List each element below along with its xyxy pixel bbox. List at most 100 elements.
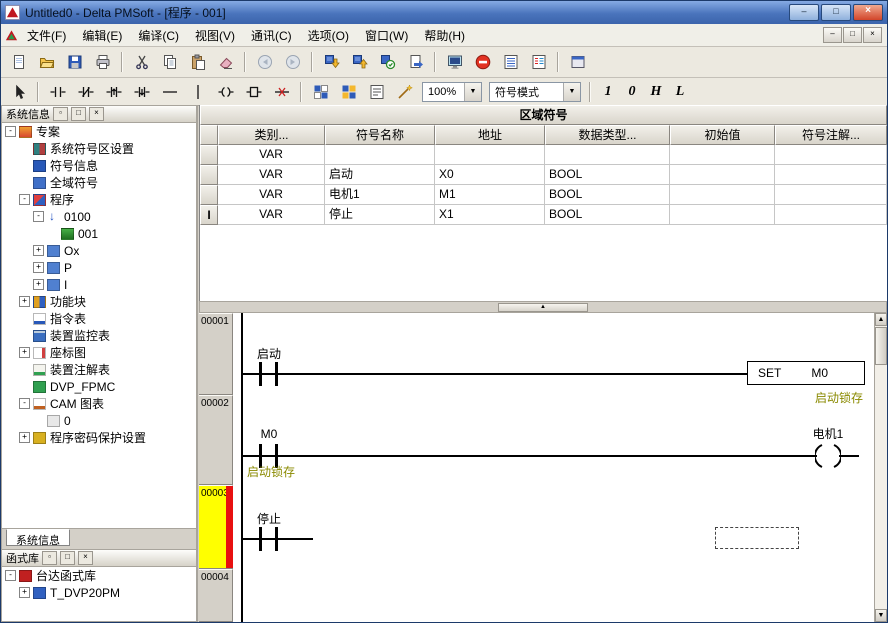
tree-item[interactable]: 0 xyxy=(2,412,196,429)
tree-item[interactable]: + T_DVP20PM xyxy=(2,584,196,601)
device-state-button[interactable]: 0 xyxy=(620,80,644,104)
cell-address[interactable]: X0 xyxy=(435,165,545,185)
panel-float-button[interactable]: ▫ xyxy=(42,551,57,565)
expander-icon[interactable]: + xyxy=(19,296,30,307)
open-file-button[interactable] xyxy=(33,49,60,75)
tree-item[interactable]: - 台达函式库 xyxy=(2,567,196,584)
chevron-down-icon[interactable]: ▼ xyxy=(464,83,481,101)
row-marker[interactable] xyxy=(200,165,218,185)
menu-window[interactable]: 窗口(W) xyxy=(357,24,416,47)
cell-comment[interactable] xyxy=(775,145,887,165)
cell-comment[interactable] xyxy=(775,205,887,225)
expander-icon[interactable]: + xyxy=(33,245,44,256)
network-2-header[interactable]: 00002 xyxy=(199,395,233,485)
column-header[interactable]: 地址 xyxy=(435,125,545,145)
expander-icon[interactable]: - xyxy=(19,194,30,205)
erase-button[interactable] xyxy=(212,49,239,75)
expander-icon[interactable]: - xyxy=(5,126,16,137)
cell-class[interactable]: VAR xyxy=(218,185,325,205)
contact-stop-bar[interactable] xyxy=(275,527,278,551)
horizontal-line-button[interactable] xyxy=(156,79,183,105)
cell-initial-value[interactable] xyxy=(670,185,775,205)
paste-button[interactable] xyxy=(184,49,211,75)
print-button[interactable] xyxy=(89,49,116,75)
copy-button[interactable] xyxy=(156,49,183,75)
tree-item[interactable]: DVP_FPMC xyxy=(2,378,196,395)
menu-view[interactable]: 视图(V) xyxy=(187,24,243,47)
mdi-close-button[interactable]: × xyxy=(863,27,882,43)
network-1-header[interactable]: 00001 xyxy=(199,313,233,395)
minimize-button[interactable]: – xyxy=(789,4,819,21)
symbol-mode-select[interactable]: 符号模式 ▼ xyxy=(489,82,581,102)
instruction-list-button[interactable] xyxy=(497,49,524,75)
cell-class[interactable]: VAR xyxy=(218,205,325,225)
edit-cursor-selection[interactable] xyxy=(715,527,799,549)
cell-initial-value[interactable] xyxy=(670,205,775,225)
cell-symbol-name[interactable]: 停止 xyxy=(325,205,435,225)
application-block-button[interactable] xyxy=(240,79,267,105)
cell-data-type[interactable]: BOOL xyxy=(545,185,670,205)
tree-item[interactable]: 系统符号区设置 xyxy=(2,140,196,157)
panel-close-button[interactable]: × xyxy=(78,551,93,565)
panel-pin-button[interactable]: □ xyxy=(71,107,86,121)
device-state-button[interactable]: 1 xyxy=(596,80,620,104)
contact-stop-bar[interactable] xyxy=(259,527,262,551)
contact-nc-button[interactable] xyxy=(72,79,99,105)
monitor-screen-button[interactable] xyxy=(441,49,468,75)
tree-item[interactable]: 符号信息 xyxy=(2,157,196,174)
window-view-button[interactable] xyxy=(564,49,591,75)
expander-icon[interactable]: - xyxy=(33,211,44,222)
tree-item[interactable]: + 功能块 xyxy=(2,293,196,310)
contact-no-button[interactable] xyxy=(44,79,71,105)
mdi-minimize-button[interactable]: – xyxy=(823,27,842,43)
vertical-scrollbar[interactable]: ▲ ▼ xyxy=(874,313,887,622)
close-button[interactable]: × xyxy=(853,4,883,21)
cut-button[interactable] xyxy=(128,49,155,75)
output-coil[interactable] xyxy=(815,443,841,469)
tree-item[interactable]: - 专案 xyxy=(2,123,196,140)
tree-item[interactable]: 全域符号 xyxy=(2,174,196,191)
menu-communication[interactable]: 通讯(C) xyxy=(243,24,300,47)
set-instruction-box[interactable]: SET M0 xyxy=(747,361,865,385)
column-header[interactable]: 符号名称 xyxy=(325,125,435,145)
tree-item[interactable]: + P xyxy=(2,259,196,276)
panel-close-button[interactable]: × xyxy=(89,107,104,121)
back-button[interactable] xyxy=(251,49,278,75)
device-table-button[interactable] xyxy=(525,49,552,75)
menu-options[interactable]: 选项(O) xyxy=(300,24,357,47)
splitter-collapse-button[interactable]: ▲ xyxy=(498,303,588,312)
tree-item[interactable]: - 程序 xyxy=(2,191,196,208)
symbol-view-button[interactable] xyxy=(335,79,362,105)
row-marker[interactable] xyxy=(200,185,218,205)
maximize-button[interactable]: □ xyxy=(821,4,851,21)
expander-icon[interactable]: + xyxy=(33,262,44,273)
tree-item[interactable]: + Ox xyxy=(2,242,196,259)
wizard-button[interactable] xyxy=(391,79,418,105)
ladder-view-button[interactable] xyxy=(307,79,334,105)
scroll-up-button[interactable]: ▲ xyxy=(875,313,887,326)
cell-class[interactable]: VAR xyxy=(218,165,325,185)
cell-address[interactable]: X1 xyxy=(435,205,545,225)
contact-start-bar[interactable] xyxy=(259,362,262,386)
mdi-restore-button[interactable]: □ xyxy=(843,27,862,43)
delete-line-button[interactable] xyxy=(268,79,295,105)
panel-float-button[interactable]: ▫ xyxy=(53,107,68,121)
cell-symbol-name[interactable]: 启动 xyxy=(325,165,435,185)
code-view-button[interactable] xyxy=(363,79,390,105)
vertical-line-button[interactable] xyxy=(184,79,211,105)
upload-program-button[interactable] xyxy=(346,49,373,75)
tree-item[interactable]: + I xyxy=(2,276,196,293)
cell-data-type[interactable]: BOOL xyxy=(545,165,670,185)
cell-symbol-name[interactable]: 电机1 xyxy=(325,185,435,205)
scrollbar-thumb[interactable] xyxy=(875,327,887,365)
coil-button[interactable] xyxy=(212,79,239,105)
tree-item[interactable]: 装置监控表 xyxy=(2,327,196,344)
column-header[interactable]: 数据类型... xyxy=(545,125,670,145)
menu-edit[interactable]: 编辑(E) xyxy=(74,24,130,47)
device-state-button[interactable]: H xyxy=(644,80,668,104)
row-marker[interactable]: I xyxy=(200,205,218,225)
cell-address[interactable]: M1 xyxy=(435,185,545,205)
chevron-down-icon[interactable]: ▼ xyxy=(563,83,580,101)
menu-file[interactable]: 文件(F) xyxy=(19,24,74,47)
menu-help[interactable]: 帮助(H) xyxy=(416,24,473,47)
